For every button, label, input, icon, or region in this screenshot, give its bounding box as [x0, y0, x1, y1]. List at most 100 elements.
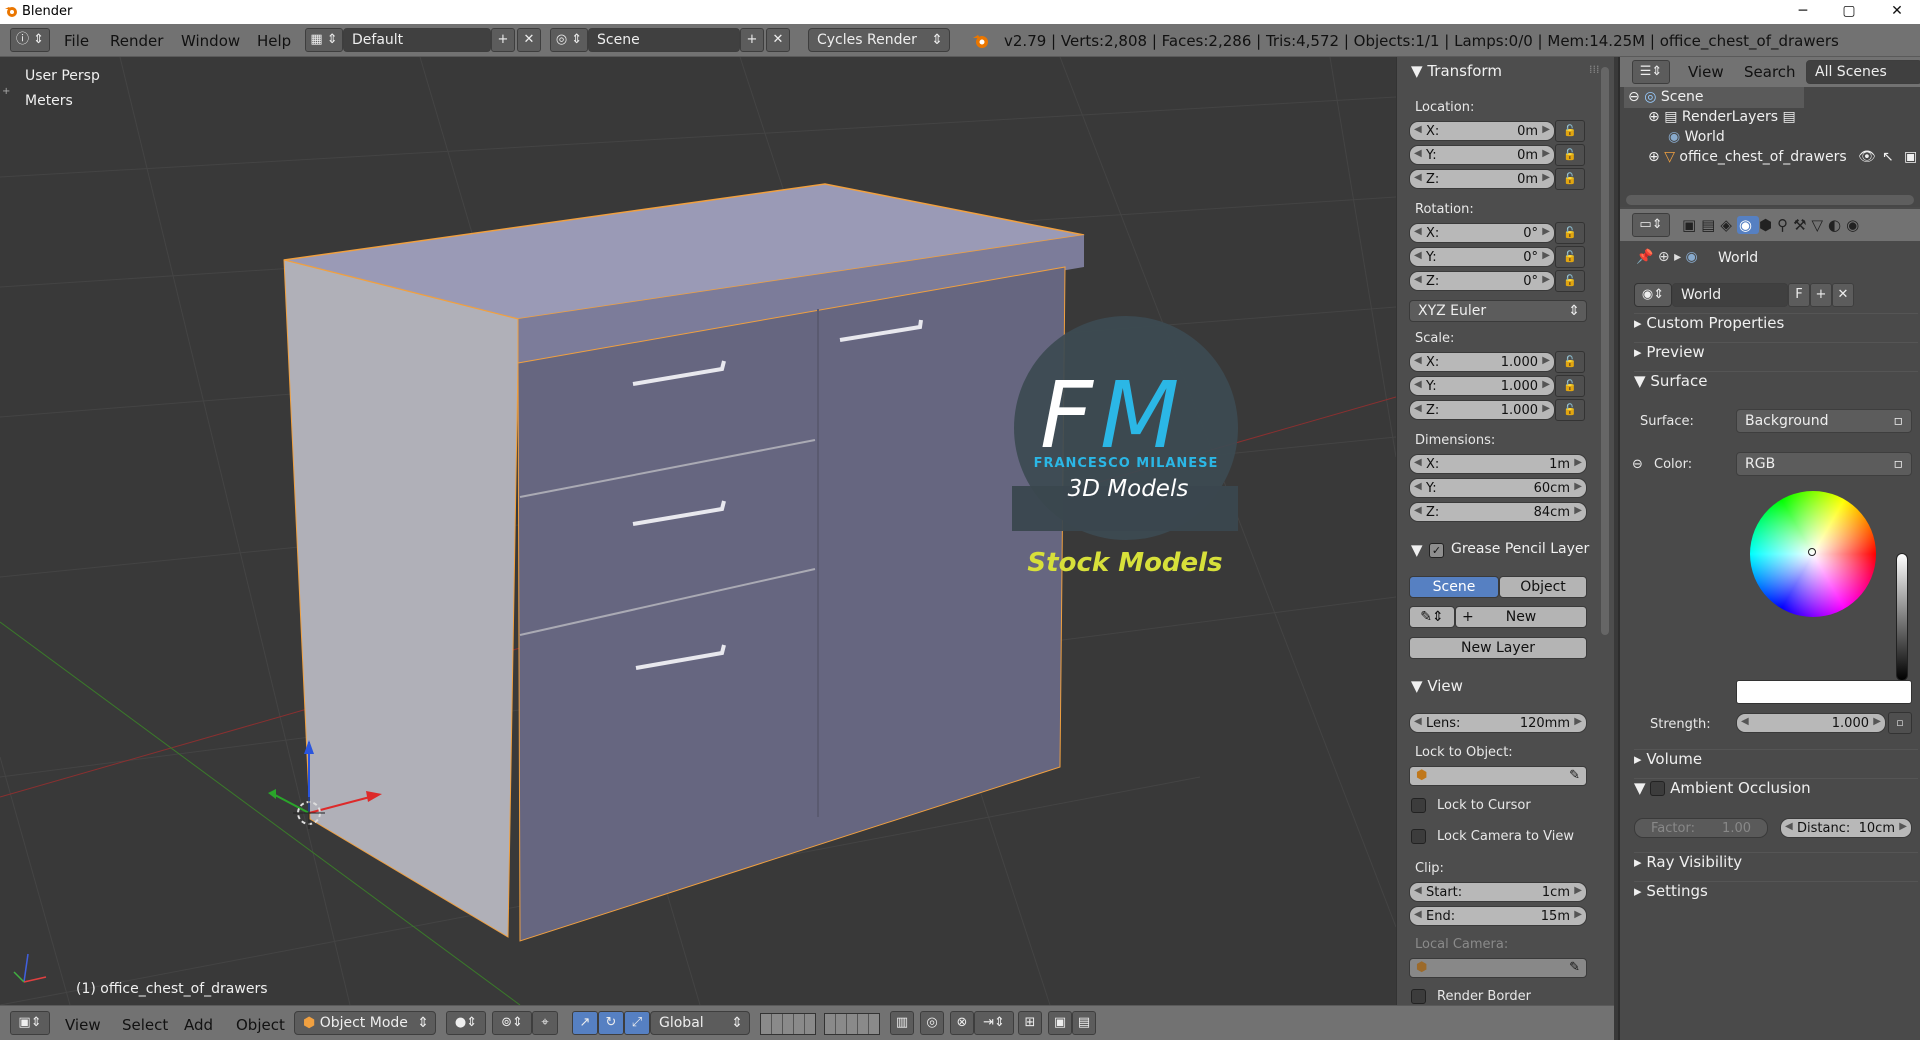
new-layer-button[interactable]: New Layer	[1409, 637, 1587, 659]
location-z-field[interactable]: ◀ Z: 0m ▶	[1409, 169, 1555, 189]
outliner-item-world[interactable]: ◉ World	[1668, 129, 1725, 145]
outliner-menu-view[interactable]: View	[1688, 63, 1724, 81]
chest-of-drawers-mesh[interactable]	[283, 183, 1085, 942]
toolshelf-toggle-icon[interactable]: +	[2, 86, 10, 97]
custom-properties-panel[interactable]: ▸ Custom Properties	[1634, 313, 1918, 337]
snap-element-icon[interactable]: ⇥⇕	[974, 1011, 1014, 1035]
scale-manipulator-icon[interactable]: ⤢	[624, 1011, 650, 1035]
outliner-filter-dropdown[interactable]: All Scenes	[1806, 60, 1920, 84]
manipulator-toggle-icon[interactable]: ⌖	[532, 1011, 558, 1035]
snap-target-icon[interactable]: ⊞	[1018, 1011, 1042, 1035]
pin-icon[interactable]: 📌 ⊕ ▸ ◉	[1636, 249, 1698, 265]
snap-toggle-icon[interactable]: ⊗	[950, 1011, 974, 1035]
lock-object-field[interactable]: ⬢ ✎	[1409, 766, 1587, 786]
location-x-field[interactable]: ◀ X: 0m ▶	[1409, 121, 1555, 141]
lock-scale-z-icon[interactable]: 🔓	[1555, 399, 1585, 421]
rotation-y-field[interactable]: ◀ Y: 0° ▶	[1409, 247, 1555, 267]
scale-z-field[interactable]: ◀ Z: 1.000 ▶	[1409, 400, 1555, 420]
layer-lock-icon[interactable]: ▥	[890, 1011, 914, 1035]
pencil-data-icon[interactable]: ✎⇕	[1409, 606, 1455, 628]
ao-checkbox[interactable]	[1650, 781, 1666, 796]
eyedropper-icon[interactable]: ✎	[1569, 960, 1580, 975]
selectable-cursor-icon[interactable]: ↖	[1882, 149, 1894, 165]
lock-rotation-x-icon[interactable]: 🔓	[1555, 222, 1585, 244]
color-mode-dropdown[interactable]: RGB ▫	[1736, 452, 1912, 476]
menu-render[interactable]: Render	[110, 32, 163, 50]
color-wheel-cursor[interactable]	[1808, 548, 1816, 556]
drag-handle-icon[interactable]: ⁞⁞⁞	[1589, 63, 1600, 76]
preview-panel[interactable]: ▸ Preview	[1634, 342, 1918, 366]
screen-layout-field[interactable]: Default	[343, 28, 491, 52]
rotate-manipulator-icon[interactable]: ↻	[598, 1011, 624, 1035]
render-engine-dropdown[interactable]: Cycles Render ⇕	[808, 28, 950, 52]
scene-selector-icon[interactable]: ◎ ⇕	[550, 28, 588, 52]
grease-new-button[interactable]: + New	[1455, 606, 1587, 628]
world-tab-icon[interactable]: ◉	[1736, 216, 1759, 234]
outliner-item-renderlayers[interactable]: ⊕ ▤ RenderLayers ▤	[1648, 109, 1796, 125]
world-browse-icon[interactable]: ◉⇕	[1634, 283, 1672, 307]
dimensions-z-field[interactable]: ◀ Z: 84cm ▶	[1409, 502, 1587, 522]
lock-rotation-y-icon[interactable]: 🔓	[1555, 246, 1585, 268]
ambient-occlusion-panel[interactable]: ▼ Ambient Occlusion	[1634, 778, 1918, 802]
layers-grid-right[interactable]	[824, 1013, 880, 1035]
dimensions-y-field[interactable]: ◀ Y: 60cm ▶	[1409, 478, 1587, 498]
rotation-mode-dropdown[interactable]: XYZ Euler ⇕	[1409, 300, 1587, 322]
mode-dropdown[interactable]: ⬢ Object Mode ⇕	[294, 1011, 436, 1035]
viewport-editor-icon[interactable]: ▣⇕	[10, 1011, 50, 1035]
strength-field[interactable]: ◀ 1.000 ▶	[1736, 713, 1886, 733]
strength-socket-icon[interactable]: ▫	[1888, 712, 1912, 734]
scene-field[interactable]: Scene	[588, 28, 740, 52]
outliner-item-object[interactable]: ⊕ ▽ office_chest_of_drawers	[1648, 149, 1854, 165]
delete-layout-icon[interactable]: ✕	[517, 28, 541, 52]
outliner-scrollbar[interactable]	[1626, 195, 1914, 205]
color-socket-icon[interactable]: ⊖	[1632, 457, 1643, 472]
lock-camera-checkbox[interactable]	[1411, 829, 1426, 844]
surface-panel[interactable]: ▼ Surface	[1634, 371, 1918, 395]
opengl-render-icon[interactable]: ▣	[1048, 1011, 1072, 1035]
grease-pencil-panel-header[interactable]: ▼	[1411, 541, 1423, 559]
screen-layout-icon[interactable]: ▦ ⇕	[305, 28, 343, 52]
lock-location-x-icon[interactable]: 🔓	[1555, 120, 1585, 142]
world-name-field[interactable]: World	[1672, 283, 1788, 307]
eyedropper-icon[interactable]: ✎	[1569, 768, 1580, 783]
volume-panel[interactable]: ▸ Volume	[1634, 749, 1918, 773]
opengl-animation-icon[interactable]: ▤	[1072, 1011, 1096, 1035]
add-layout-icon[interactable]: +	[491, 28, 515, 52]
menu-add[interactable]: Add	[184, 1016, 213, 1034]
grease-object-button[interactable]: Object	[1499, 576, 1587, 598]
menu-window[interactable]: Window	[181, 32, 240, 50]
menu-select[interactable]: Select	[122, 1016, 168, 1034]
pivot-point-icon[interactable]: ⊚⇕	[492, 1011, 532, 1035]
renderable-camera-icon[interactable]: ▣	[1904, 149, 1917, 165]
maximize-button[interactable]: ▢	[1826, 0, 1872, 24]
close-button[interactable]: ✕	[1874, 0, 1920, 24]
lock-scale-y-icon[interactable]: 🔓	[1555, 375, 1585, 397]
properties-context-tabs[interactable]: ▣▤◈ ◉ ⬢⚲⚒▽◐◉	[1682, 216, 1864, 234]
grease-scene-button[interactable]: Scene	[1409, 576, 1499, 598]
lock-location-z-icon[interactable]: 🔓	[1555, 168, 1585, 190]
value-slider[interactable]	[1896, 553, 1908, 681]
lock-scale-x-icon[interactable]: 🔓	[1555, 351, 1585, 373]
clip-start-field[interactable]: ◀ Start: 1cm ▶	[1409, 882, 1587, 902]
viewport-shading-icon[interactable]: ●⇕	[446, 1011, 486, 1035]
surface-dropdown[interactable]: Background ▫	[1736, 409, 1912, 433]
orientation-dropdown[interactable]: Global ⇕	[650, 1011, 750, 1035]
lock-rotation-z-icon[interactable]: 🔓	[1555, 270, 1585, 292]
scale-x-field[interactable]: ◀ X: 1.000 ▶	[1409, 352, 1555, 372]
menu-object[interactable]: Object	[236, 1016, 285, 1034]
shelf-scrollbar[interactable]	[1601, 67, 1609, 635]
clip-end-field[interactable]: ◀ End: 15m ▶	[1409, 906, 1587, 926]
lock-to-cursor-checkbox[interactable]	[1411, 798, 1426, 813]
proportional-edit-icon[interactable]: ◎	[920, 1011, 944, 1035]
ao-distance-field[interactable]: ◀ Distanc: 10cm ▶	[1780, 818, 1912, 838]
location-y-field[interactable]: ◀ Y: 0m ▶	[1409, 145, 1555, 165]
dimensions-x-field[interactable]: ◀ X: 1m ▶	[1409, 454, 1587, 474]
ao-factor-field[interactable]: Factor: 1.00	[1634, 818, 1768, 838]
fake-user-button[interactable]: F	[1788, 283, 1810, 307]
visibility-eye-icon[interactable]: 👁	[1858, 149, 1876, 165]
properties-editor-icon[interactable]: ▭⇕	[1632, 213, 1670, 237]
new-world-icon[interactable]: +	[1810, 283, 1832, 307]
3d-viewport[interactable]: F M FRANCESCO MILANESE 3D Models Stock M…	[0, 57, 1396, 1005]
outliner-item-scene[interactable]: ⊖ ◎ Scene	[1628, 89, 1704, 105]
minimize-button[interactable]: ─	[1780, 0, 1826, 24]
